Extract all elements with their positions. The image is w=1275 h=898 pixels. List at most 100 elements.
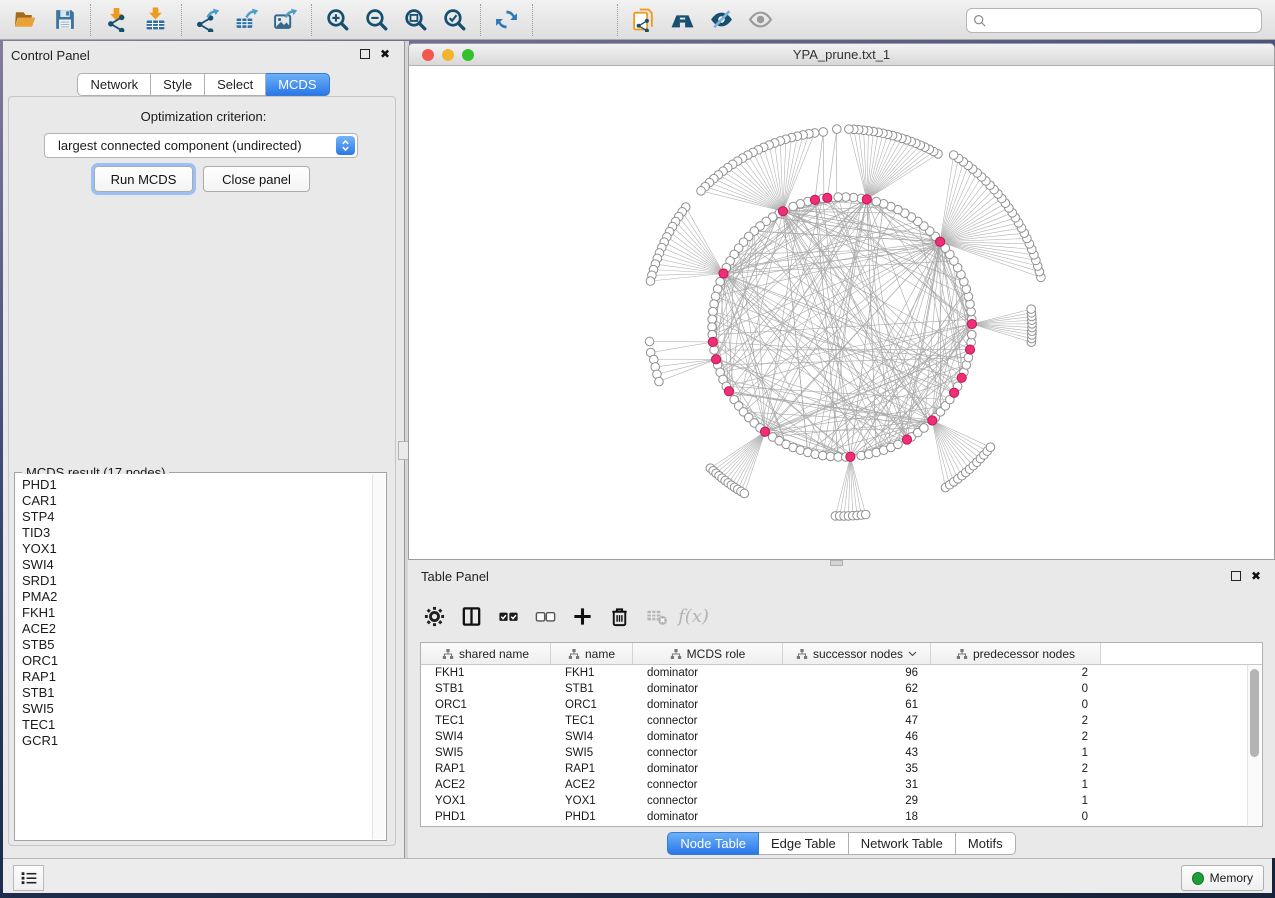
- mcds-node[interactable]: [810, 195, 819, 204]
- split-columns-button[interactable]: [453, 598, 490, 634]
- search-input[interactable]: [966, 8, 1262, 33]
- mcds-node[interactable]: [823, 193, 832, 202]
- tab-mcds[interactable]: MCDS: [266, 73, 329, 96]
- mcds-node[interactable]: [711, 355, 720, 364]
- optimization-criterion-dropdown[interactable]: largest connected component (undirected): [44, 133, 358, 158]
- mcds-result-item[interactable]: SWI5: [16, 701, 373, 717]
- table-row[interactable]: ACE2ACE2connector311: [421, 777, 1262, 793]
- network-node[interactable]: [645, 337, 654, 346]
- network-node[interactable]: [697, 187, 706, 196]
- mcds-result-item[interactable]: PMA2: [16, 589, 373, 605]
- zoom-in-button[interactable]: [320, 3, 355, 37]
- mcds-result-item[interactable]: TEC1: [16, 717, 373, 733]
- close-table-panel-icon[interactable]: ✖: [1251, 571, 1261, 581]
- tab-motifs[interactable]: Motifs: [956, 832, 1016, 855]
- network-node[interactable]: [872, 197, 881, 206]
- mcds-node[interactable]: [965, 345, 974, 354]
- table-row[interactable]: SWI5SWI5connector431: [421, 745, 1262, 761]
- mcds-node[interactable]: [760, 427, 769, 436]
- close-panel-button[interactable]: Close panel: [203, 166, 310, 192]
- network-node[interactable]: [710, 346, 719, 355]
- table-row[interactable]: PHD1PHD1dominator180: [421, 809, 1262, 825]
- table-row[interactable]: FKH1FKH1dominator962: [421, 665, 1262, 681]
- tab-edge-table[interactable]: Edge Table: [759, 832, 849, 855]
- clone-network-button[interactable]: [626, 3, 661, 37]
- delete-column-button[interactable]: [601, 598, 638, 634]
- table-row[interactable]: SWI4SWI4dominator462: [421, 729, 1262, 745]
- export-network-button[interactable]: [190, 3, 225, 37]
- network-node[interactable]: [861, 510, 870, 519]
- tab-node-table[interactable]: Node Table: [667, 832, 759, 855]
- mcds-node[interactable]: [950, 388, 959, 397]
- gear-button[interactable]: [416, 598, 453, 634]
- show-panels-list-button[interactable]: [13, 865, 44, 891]
- memory-button[interactable]: Memory: [1181, 865, 1264, 891]
- zoom-out-button[interactable]: [359, 3, 394, 37]
- column-header-name[interactable]: name: [551, 643, 633, 664]
- save-button[interactable]: [47, 3, 82, 37]
- mcds-node[interactable]: [724, 387, 733, 396]
- mcds-node[interactable]: [862, 195, 871, 204]
- search-field[interactable]: [987, 8, 1261, 33]
- mcds-result-item[interactable]: CAR1: [16, 493, 373, 509]
- column-header-shared-name[interactable]: shared name: [421, 643, 551, 664]
- export-image-button[interactable]: [268, 3, 303, 37]
- network-node[interactable]: [646, 277, 655, 286]
- open-folder-button[interactable]: [8, 3, 43, 37]
- mcds-result-item[interactable]: RAP1: [16, 669, 373, 685]
- table-scrollbar-thumb[interactable]: [1250, 669, 1259, 757]
- mcds-result-item[interactable]: FKH1: [16, 605, 373, 621]
- mcds-node[interactable]: [967, 319, 976, 328]
- table-row[interactable]: RAP1RAP1dominator352: [421, 761, 1262, 777]
- mcds-node[interactable]: [719, 269, 728, 278]
- network-node[interactable]: [740, 489, 749, 498]
- hide-selected-button[interactable]: [704, 3, 739, 37]
- deselect-all-button[interactable]: [527, 598, 564, 634]
- network-node[interactable]: [964, 353, 973, 362]
- mcds-result-item[interactable]: STB1: [16, 685, 373, 701]
- column-header-MCDS-role[interactable]: MCDS role: [633, 643, 783, 664]
- mcds-result-item[interactable]: SWI4: [16, 557, 373, 573]
- mcds-node[interactable]: [902, 435, 911, 444]
- tab-select[interactable]: Select: [205, 73, 266, 96]
- network-node[interactable]: [845, 125, 854, 134]
- select-all-button[interactable]: [490, 598, 527, 634]
- zoom-fit-button[interactable]: [398, 3, 433, 37]
- table-row[interactable]: TEC1TEC1connector472: [421, 713, 1262, 729]
- mcds-node[interactable]: [846, 452, 855, 461]
- float-panel-icon[interactable]: [360, 49, 370, 59]
- add-column-button[interactable]: [564, 598, 601, 634]
- mcds-result-item[interactable]: ORC1: [16, 653, 373, 669]
- mcds-list-scrollbar[interactable]: [372, 474, 385, 839]
- network-node[interactable]: [833, 125, 842, 134]
- mcds-result-item[interactable]: YOX1: [16, 541, 373, 557]
- column-header-predecessor-nodes[interactable]: predecessor nodes: [931, 643, 1101, 664]
- mcds-result-list[interactable]: PHD1CAR1STP4TID3YOX1SWI4SRD1PMA2FKH1ACE2…: [16, 474, 373, 839]
- network-window-titlebar[interactable]: YPA_prune.txt_1: [409, 44, 1274, 66]
- network-node[interactable]: [819, 128, 828, 137]
- network-node[interactable]: [789, 202, 798, 211]
- mcds-node[interactable]: [928, 416, 937, 425]
- column-header-successor-nodes[interactable]: successor nodes: [783, 643, 931, 664]
- import-table-button[interactable]: [138, 3, 173, 37]
- float-table-panel-icon[interactable]: [1231, 571, 1241, 581]
- first-neighbors-button[interactable]: [665, 3, 700, 37]
- mcds-result-item[interactable]: STP4: [16, 509, 373, 525]
- mcds-result-item[interactable]: GCR1: [16, 733, 373, 749]
- table-scrollbar[interactable]: [1247, 665, 1261, 825]
- mcds-node[interactable]: [708, 337, 717, 346]
- table-row[interactable]: ORC1ORC1dominator610: [421, 697, 1262, 713]
- import-network-button[interactable]: [99, 3, 134, 37]
- mcds-node[interactable]: [778, 207, 787, 216]
- network-node[interactable]: [834, 193, 843, 202]
- table-row[interactable]: YOX1YOX1connector291: [421, 793, 1262, 809]
- network-node[interactable]: [920, 424, 929, 433]
- mcds-result-item[interactable]: TID3: [16, 525, 373, 541]
- tab-network-table[interactable]: Network Table: [849, 832, 956, 855]
- network-node[interactable]: [949, 151, 958, 160]
- table-row[interactable]: STB1STB1dominator620: [421, 681, 1262, 697]
- network-node[interactable]: [894, 440, 903, 449]
- network-node[interactable]: [967, 330, 976, 339]
- network-node[interactable]: [655, 377, 664, 386]
- mcds-result-item[interactable]: SRD1: [16, 573, 373, 589]
